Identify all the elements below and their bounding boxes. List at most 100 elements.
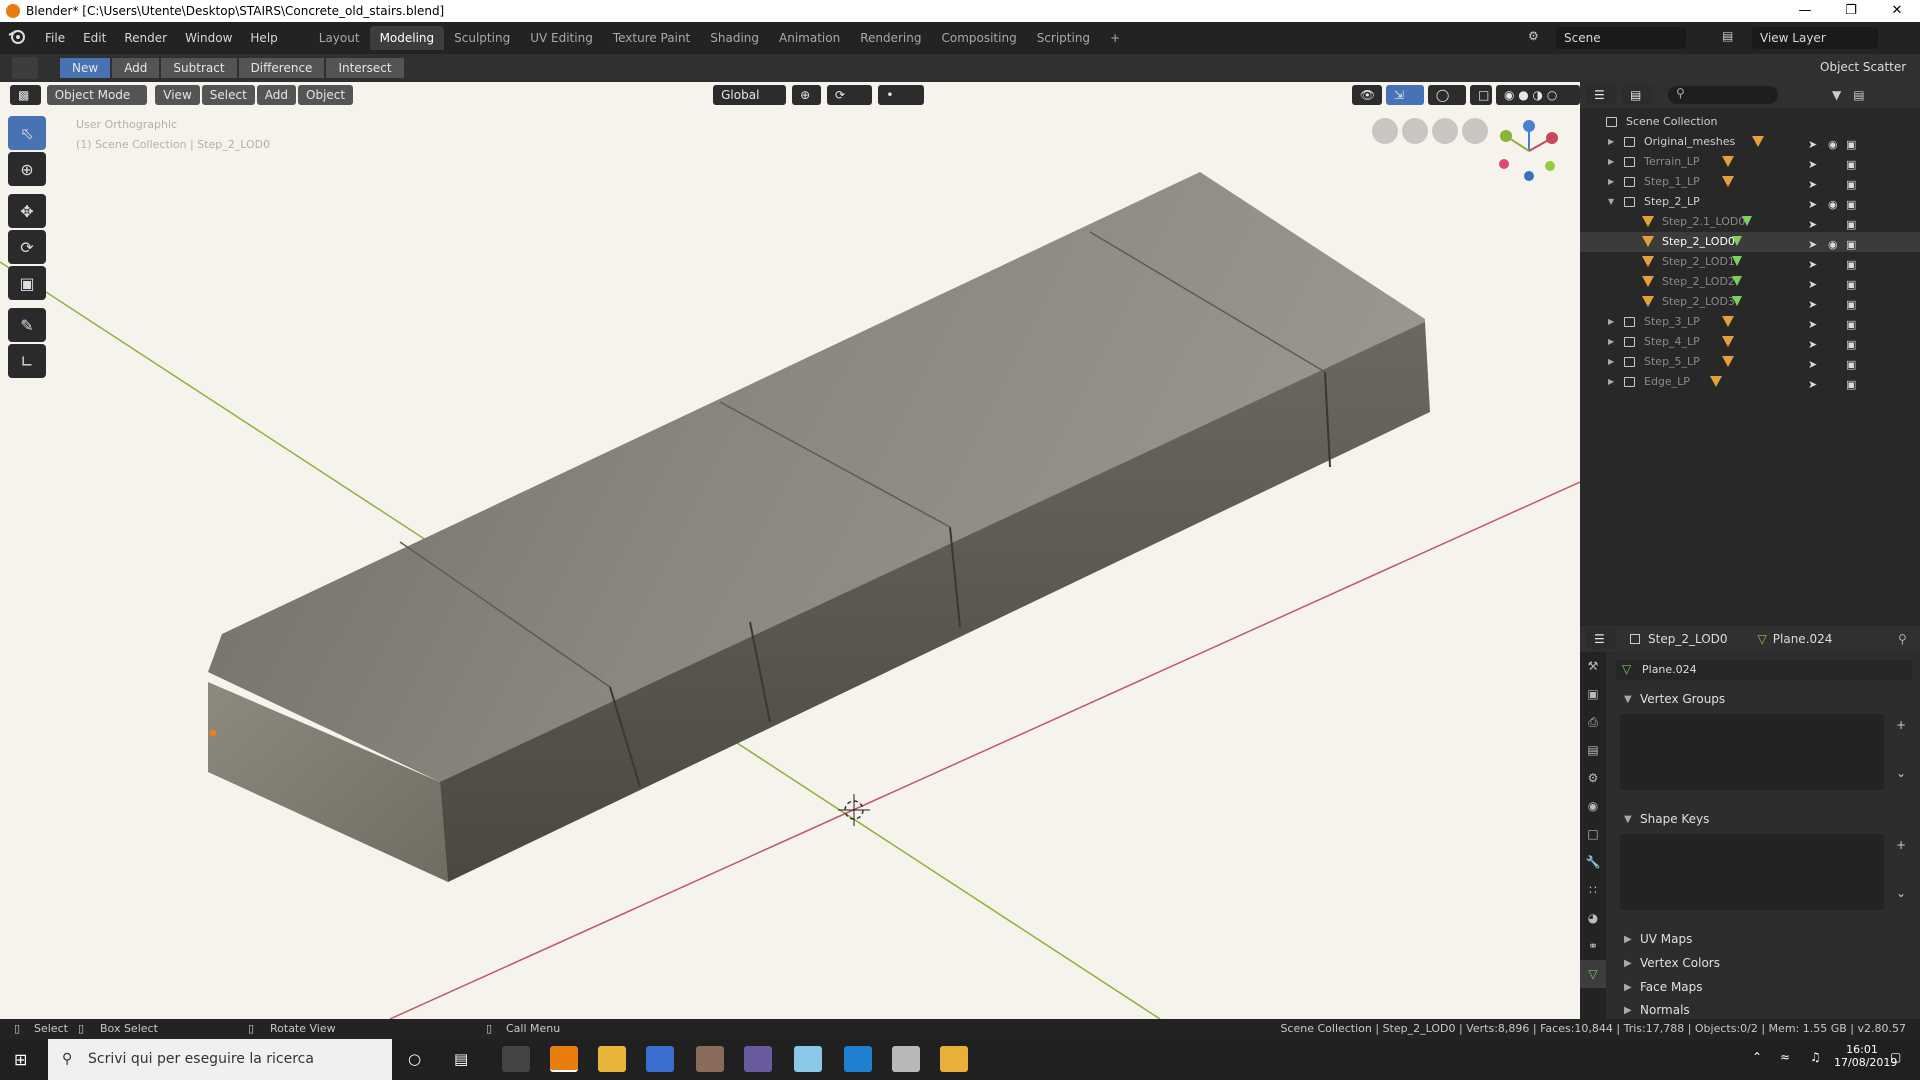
windows-start-icon[interactable]: ⊞ [14,1050,27,1069]
uv-maps-header[interactable]: UV Maps [1640,932,1692,946]
face-maps-header[interactable]: Face Maps [1640,980,1703,994]
maximize-button[interactable]: ❐ [1828,0,1874,22]
menu-file[interactable]: File [36,31,74,45]
vertex-group-menu-icon[interactable]: ⌄ [1896,766,1906,780]
app-chart-icon[interactable] [744,1046,772,1072]
close-button[interactable]: ✕ [1874,0,1920,22]
viewport-menu-add[interactable]: Add [256,85,297,105]
grid-view-icon[interactable] [1372,118,1398,144]
object-mode-dropdown[interactable]: Object Mode [46,85,148,105]
outliner-row-step5[interactable]: ▶ Step_5_LP ➤ ▣ [1580,352,1920,372]
tab-texture-paint[interactable]: Texture Paint [603,26,700,50]
file-explorer-icon[interactable] [598,1046,626,1072]
shading-modes-icon[interactable]: ◉ ● ◑ ○ [1495,85,1580,105]
physics-tab-icon[interactable]: ◕ [1580,904,1606,932]
object-tab-icon[interactable]: □ [1580,820,1606,848]
orientation-dropdown[interactable]: Global [713,85,787,105]
modifier-tab-icon[interactable]: 🔧 [1580,848,1606,876]
volume-icon[interactable]: ♫ [1810,1050,1821,1064]
outliner-row-step2[interactable]: ▼ Step_2_LP ➤ ◉ ▣ [1580,192,1920,212]
task-view-icon[interactable]: ▤ [454,1050,468,1068]
edge-browser-icon[interactable] [844,1046,872,1072]
viewport-menu-select[interactable]: Select [201,85,255,105]
viewport-menu-object[interactable]: Object [298,85,354,105]
menu-help[interactable]: Help [241,31,286,45]
view-layer-selector[interactable]: View Layer [1752,27,1878,49]
unity-app-icon[interactable] [502,1046,530,1072]
vertex-colors-header[interactable]: Vertex Colors [1640,956,1720,970]
editor-type-icon[interactable]: ▩ [10,85,41,105]
tab-layout[interactable]: Layout [309,26,370,50]
tab-compositing[interactable]: Compositing [931,26,1026,50]
vertex-groups-header[interactable]: Vertex Groups [1640,692,1725,706]
overlay-icon[interactable]: ◯ [1427,85,1466,105]
bool-add-button[interactable]: Add [112,58,160,78]
app-media-icon[interactable] [940,1046,968,1072]
menu-window[interactable]: Window [176,31,241,45]
properties-object-name[interactable]: Step_2_LOD0 [1648,632,1728,646]
outliner-row-step3[interactable]: ▶ Step_3_LP ➤ ▣ [1580,312,1920,332]
scene-icon[interactable]: ⚙ [1528,29,1539,43]
bool-new-button[interactable]: New [60,58,111,78]
tool-tab-icon[interactable]: ⚒ [1580,652,1606,680]
mesh-datablock-field[interactable]: ▽ Plane.024 [1616,660,1912,680]
render-tab-icon[interactable]: ▣ [1580,680,1606,708]
shape-keys-header[interactable]: Shape Keys [1640,812,1709,826]
minimize-button[interactable]: — [1782,0,1828,22]
network-icon[interactable]: ≈ [1780,1050,1790,1064]
object-scatter-dropdown[interactable]: Object Scatter [1820,60,1906,74]
tab-shading[interactable]: Shading [700,26,769,50]
xray-icon[interactable]: □ [1469,85,1492,105]
navigation-gizmo-icon[interactable] [1494,116,1564,186]
menu-render[interactable]: Render [115,31,176,45]
add-vertex-group-icon[interactable]: + [1896,718,1906,732]
display-mode-icon[interactable]: ▤ [1622,85,1652,105]
viewport-menu-view[interactable]: View [155,85,200,105]
shape-keys-list[interactable] [1620,834,1884,910]
proportional-edit-icon[interactable]: • [878,85,924,105]
outliner-row-step2-lod3[interactable]: Step_2_LOD3 ➤ ▣ [1580,292,1920,312]
outliner-row-step2-lod1[interactable]: Step_2_LOD1 ➤ ▣ [1580,252,1920,272]
properties-editor-icon[interactable]: ☰ [1586,629,1616,649]
app-sphere-icon[interactable] [696,1046,724,1072]
outliner-row-edge[interactable]: ▶ Edge_LP ➤ ▣ [1580,372,1920,392]
zoom-icon[interactable] [1462,118,1488,144]
outliner-root[interactable]: Scene Collection [1580,112,1920,132]
tab-sculpting[interactable]: Sculpting [444,26,520,50]
outliner-search-input[interactable]: ⚲ [1668,86,1778,104]
pan-hand-icon[interactable] [1432,118,1458,144]
tab-animation[interactable]: Animation [769,26,850,50]
outliner-row-original-meshes[interactable]: ▶ Original_meshes ➤ ◉ ▣ [1580,132,1920,152]
bool-subtract-button[interactable]: Subtract [161,58,237,78]
bool-difference-button[interactable]: Difference [238,58,325,78]
select-tool-icon[interactable] [12,57,38,79]
3d-viewport[interactable]: ▩ Object Mode View Select Add Object Glo… [0,82,1580,1019]
annotate-tool-icon[interactable]: ✎ [8,308,46,342]
pin-icon[interactable]: ⚲ [1898,632,1907,646]
scene-tab-icon[interactable]: ⚙ [1580,764,1606,792]
outliner-row-step2-lod0[interactable]: Step_2_LOD0 ➤ ◉ ▣ [1580,232,1920,252]
app-m-icon[interactable] [646,1046,674,1072]
properties-mesh-name[interactable]: Plane.024 [1773,632,1833,646]
outliner-row-step2-lod2[interactable]: Step_2_LOD2 ➤ ▣ [1580,272,1920,292]
filter-icon[interactable]: ▼ [1832,88,1841,102]
outliner-row-step2-1-lod0[interactable]: Step_2.1_LOD0 ➤ ▣ [1580,212,1920,232]
camera-view-icon[interactable] [1402,118,1428,144]
select-box-tool-icon[interactable]: ⬁ [8,116,46,150]
vertex-groups-list[interactable] [1620,714,1884,790]
constraints-tab-icon[interactable]: ⚭ [1580,932,1606,960]
gizmo-icon[interactable]: ⇲ [1385,85,1424,105]
tray-expand-icon[interactable]: ⌃ [1752,1050,1762,1064]
rotate-tool-icon[interactable]: ⟳ [8,230,46,264]
cortana-icon[interactable]: ○ [408,1050,421,1068]
notification-icon[interactable]: ▢ [1890,1050,1901,1064]
outliner-row-terrain[interactable]: ▶ Terrain_LP ➤ ▣ [1580,152,1920,172]
app-notes-icon[interactable] [794,1046,822,1072]
visibility-icon[interactable]: 👁 [1351,85,1382,105]
snap-icon[interactable]: ⟳ [827,85,873,105]
blender-app-icon[interactable] [550,1046,578,1072]
menu-edit[interactable]: Edit [74,31,115,45]
outliner-row-step1[interactable]: ▶ Step_1_LP ➤ ▣ [1580,172,1920,192]
measure-tool-icon[interactable]: ∟ [8,344,46,378]
tab-uv-editing[interactable]: UV Editing [520,26,603,50]
